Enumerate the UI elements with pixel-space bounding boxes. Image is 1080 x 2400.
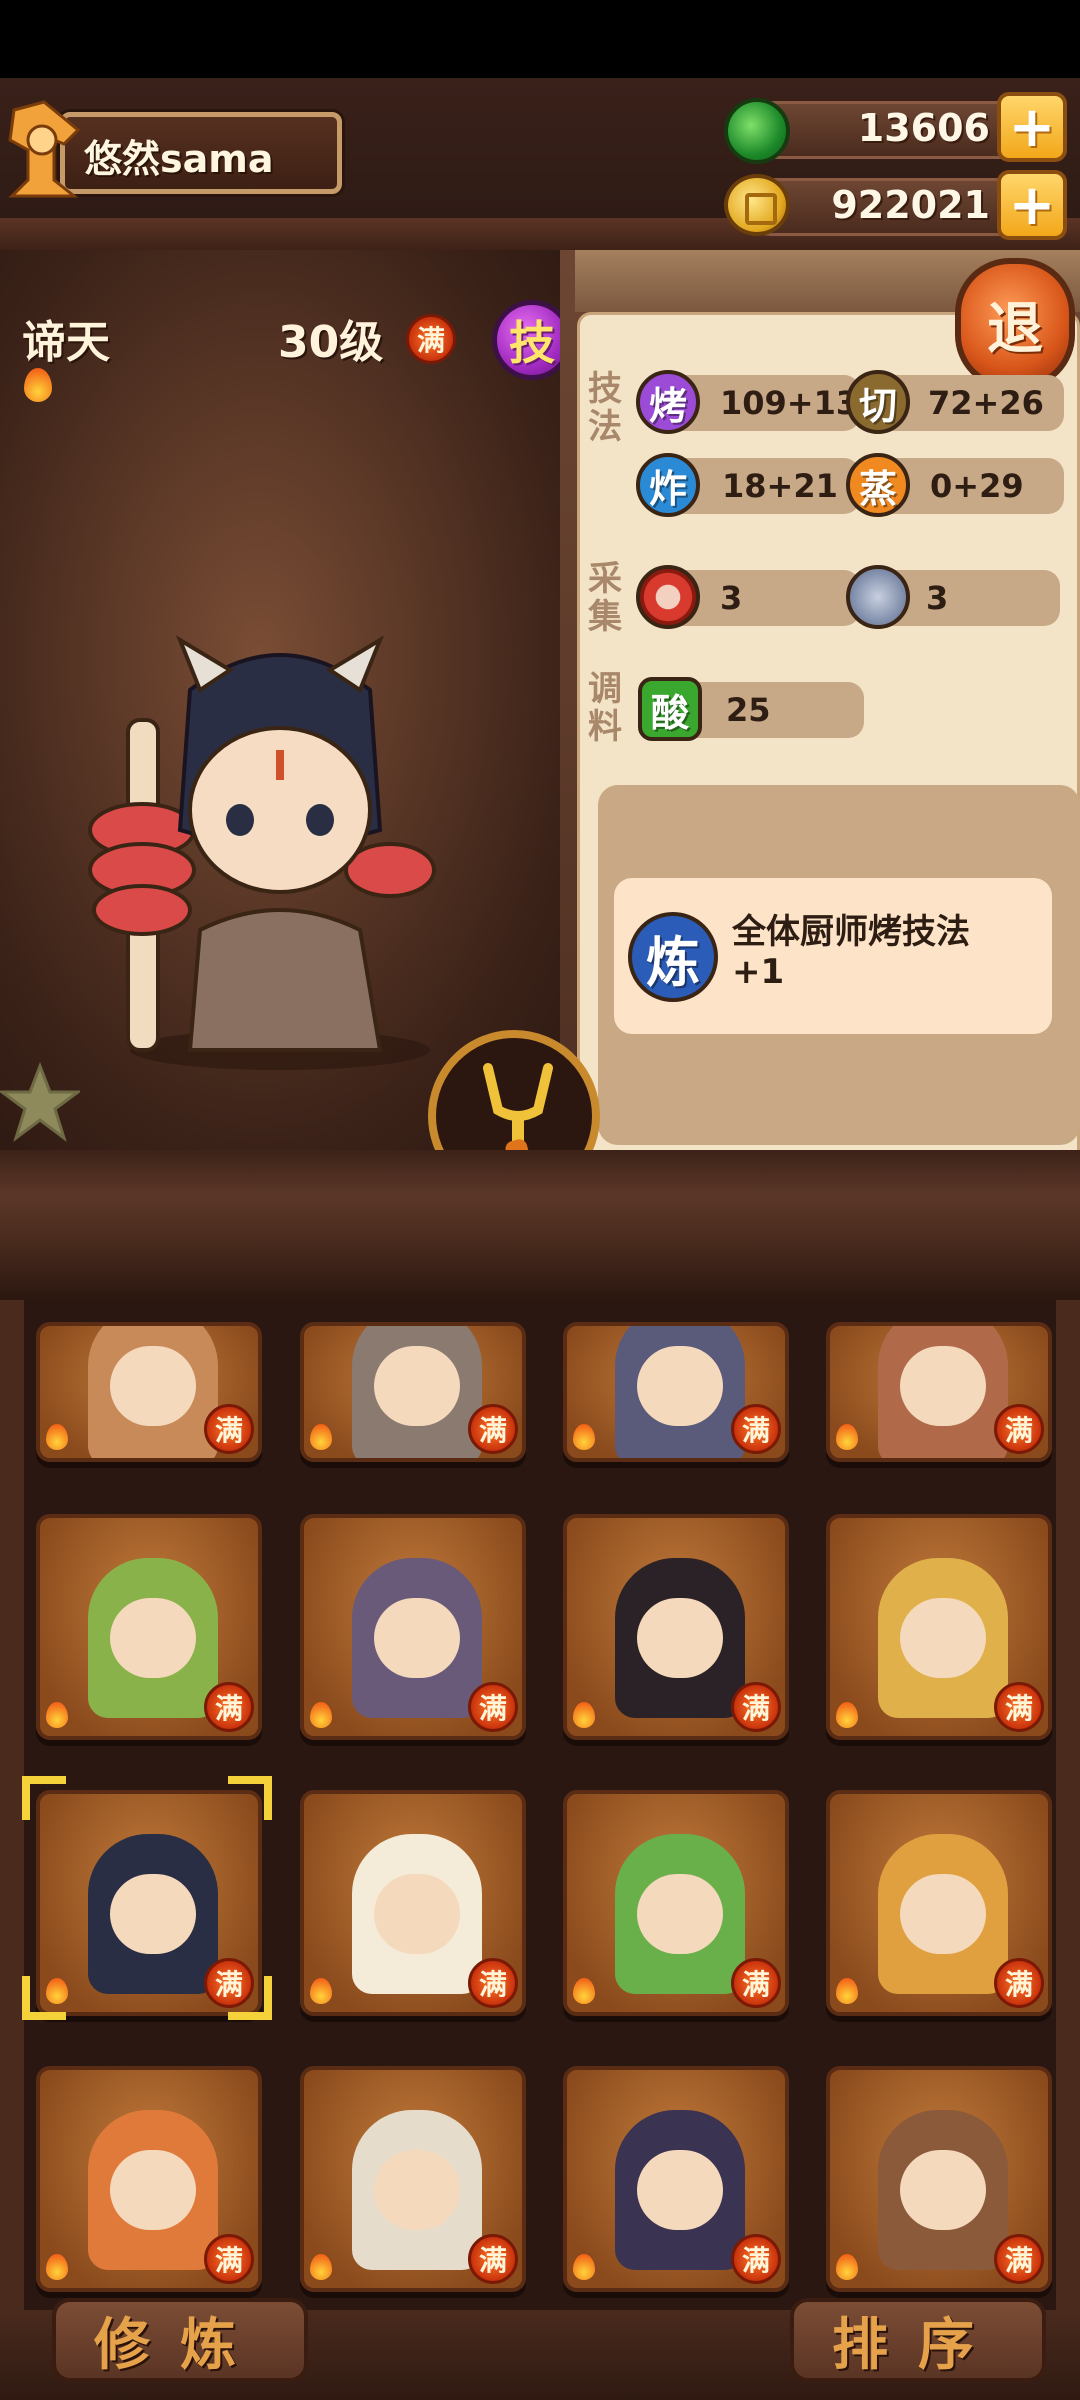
refine-text: 全体厨师烤技法+1 [732,912,970,992]
seasoning-section-label: 调料 [588,669,622,747]
chef-portrait [88,635,436,1070]
chef-face [637,1874,723,1954]
jade-icon [724,98,790,164]
roast-badge: 烤 [636,370,700,434]
chef-card-chef-red-hair[interactable]: 满 [826,1322,1052,1462]
coin-icon [724,174,790,236]
chef-face [110,1598,196,1678]
max-badge: 满 [204,2234,254,2284]
fire-icon [310,1978,332,2004]
chef-face [110,2150,196,2230]
chef-card-chef-rolled-sleeves[interactable]: 满 [300,1322,526,1462]
fire-icon [46,2254,68,2280]
meat-value: 3 [720,579,743,617]
fish-icon [846,565,910,629]
max-badge: 满 [994,2234,1044,2284]
add-coin-button[interactable]: + [997,170,1067,240]
max-badge: 满 [204,1404,254,1454]
steam-value: 0+29 [930,467,1024,505]
chef-face [374,1598,460,1678]
selection-frame [22,1776,272,2020]
fire-icon [573,1424,595,1450]
fire-icon [573,1978,595,2004]
favorite-star-icon[interactable] [0,1062,80,1142]
coin-value: 922021 [831,183,990,227]
max-badge: 满 [731,1682,781,1732]
max-badge: 满 [468,1682,518,1732]
fire-icon [573,2254,595,2280]
chef-card-chef-long-hair[interactable]: 满 [563,1514,789,1740]
chef-face [900,2150,986,2230]
chef-card-chef-white-turban[interactable]: 满 [300,2066,526,2292]
cut-badge: 切 [846,370,910,434]
chef-card-chef-bonnet-girl[interactable]: 满 [300,1514,526,1740]
max-badge: 满 [468,1404,518,1454]
fire-icon [836,2254,858,2280]
fire-icon [46,1424,68,1450]
chef-card-chef-green-hat[interactable]: 满 [563,1790,789,2016]
chef-face [110,1346,196,1426]
chef-face [637,1346,723,1426]
sort-button[interactable]: 排序 [790,2298,1046,2382]
chef-card-chef-lion-mane[interactable]: 满 [36,2066,262,2292]
max-badge: 满 [468,2234,518,2284]
fire-icon [836,1702,858,1728]
fire-icon [46,1702,68,1728]
sour-badge: 酸 [638,677,702,741]
chef-name: 谛天 [22,317,110,368]
fire-icon [836,1978,858,2004]
cultivate-button[interactable]: 修炼 [52,2298,308,2382]
chef-level: 30级 [278,317,384,368]
technique-section-label: 技法 [588,369,622,447]
max-badge: 满 [731,1958,781,2008]
chef-card-chef-straw-hat[interactable]: 满 [826,1514,1052,1740]
fry-value: 18+21 [722,467,838,505]
chef-face [374,1346,460,1426]
chef-card-chef-leaf-hat[interactable]: 满 [36,1514,262,1740]
chef-face [900,1598,986,1678]
chef-card-chef-bearded[interactable]: 满 [36,1322,262,1462]
chef-face [374,1874,460,1954]
chef-face [900,1874,986,1954]
chef-face [900,1346,986,1426]
steam-badge: 蒸 [846,453,910,517]
fish-value: 3 [926,579,949,617]
exit-button[interactable]: 退 [955,258,1075,390]
refine-badge: 炼 [628,912,718,1002]
chef-face [637,1598,723,1678]
chef-face [637,2150,723,2230]
chef-card-chef-hooded[interactable]: 满 [563,1322,789,1462]
player-name: 悠然sama [84,137,274,181]
fry-badge: 炸 [636,453,700,517]
chef-card-chef-bamboo-hat[interactable]: 满 [826,1790,1052,2016]
max-badge: 满 [731,1404,781,1454]
status-bar [0,0,1080,78]
fire-icon [310,1424,332,1450]
fire-icon [24,368,52,402]
sour-value: 25 [726,691,771,729]
max-badge: 满 [468,1958,518,2008]
max-badge: 满 [994,1958,1044,2008]
chef-card-chef-headband[interactable]: 满 [563,2066,789,2292]
max-badge: 满 [204,1682,254,1732]
divider-shelf [0,1150,1080,1300]
max-badge: 满 [994,1404,1044,1454]
chef-card-chef-white-toque[interactable]: 满 [300,1790,526,2016]
chef-card-chef-bear-hood[interactable]: 满 [826,2066,1052,2292]
fire-icon [310,2254,332,2280]
player-avatar-icon[interactable] [4,100,82,198]
add-jade-button[interactable]: + [997,92,1067,162]
fire-icon [573,1702,595,1728]
jade-value: 13606 [857,106,990,150]
meat-icon [636,565,700,629]
gather-section-label: 采集 [588,559,622,637]
fire-icon [836,1424,858,1450]
cut-value: 72+26 [928,384,1044,422]
max-badge: 满 [994,1682,1044,1732]
chef-face [374,2150,460,2230]
fire-icon [310,1702,332,1728]
max-badge: 满 [406,314,456,364]
max-badge: 满 [731,2234,781,2284]
